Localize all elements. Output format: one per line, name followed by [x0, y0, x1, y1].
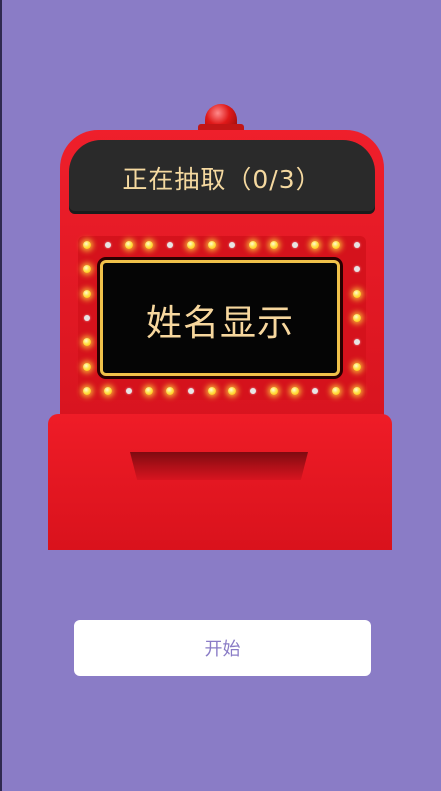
- marquee-bulb: [332, 387, 341, 395]
- marquee-bulb: [104, 242, 111, 248]
- ticket-slot: [130, 452, 308, 480]
- marquee-bulb: [125, 388, 132, 394]
- marquee-bulb: [354, 266, 360, 273]
- marquee-bulb: [83, 362, 91, 371]
- marquee-bulb: [354, 242, 360, 248]
- marquee-bulb: [207, 387, 216, 395]
- marquee-bulb: [83, 387, 91, 395]
- marquee-bulb: [83, 338, 91, 347]
- marquee-bulb: [353, 314, 361, 322]
- marquee-bulb: [83, 241, 91, 249]
- marquee-bulb: [207, 241, 216, 249]
- marquee-bulb: [145, 241, 154, 249]
- marquee-bulb: [353, 362, 361, 371]
- marquee-bulb: [83, 265, 91, 274]
- marquee-bulb: [124, 241, 133, 249]
- marquee-bulb: [103, 387, 112, 395]
- start-button[interactable]: 开始: [74, 620, 371, 676]
- marquee-bulb: [311, 241, 320, 249]
- marquee-bulb: [312, 388, 319, 394]
- marquee-bulb: [84, 315, 90, 321]
- marquee-bulb: [353, 289, 361, 298]
- marquee-bulb: [250, 388, 257, 394]
- marquee-bulb: [83, 289, 91, 298]
- marquee-bulb: [354, 339, 360, 346]
- lottery-machine: 正在抽取（0/3） 姓名显示: [0, 0, 441, 560]
- marquee-bulb: [229, 242, 236, 248]
- name-display-text: 姓名显示: [145, 303, 294, 344]
- marquee-bulb: [145, 387, 154, 395]
- marquee-bulb: [332, 241, 341, 249]
- marquee-bulb: [187, 388, 194, 394]
- marquee-bulb: [269, 387, 278, 395]
- draw-status-text: 正在抽取（0/3）: [122, 165, 322, 194]
- marquee-bulb: [290, 387, 299, 395]
- marquee-bulb: [353, 387, 361, 395]
- marquee-bulb: [228, 387, 237, 395]
- marquee-bulb: [166, 387, 175, 395]
- marquee-bulb: [249, 241, 258, 249]
- marquee-bulb: [291, 242, 298, 248]
- machine-base: [48, 414, 392, 550]
- marquee-bulb: [186, 241, 195, 249]
- marquee-bulb: [167, 242, 174, 248]
- marquee-bulb: [269, 241, 278, 249]
